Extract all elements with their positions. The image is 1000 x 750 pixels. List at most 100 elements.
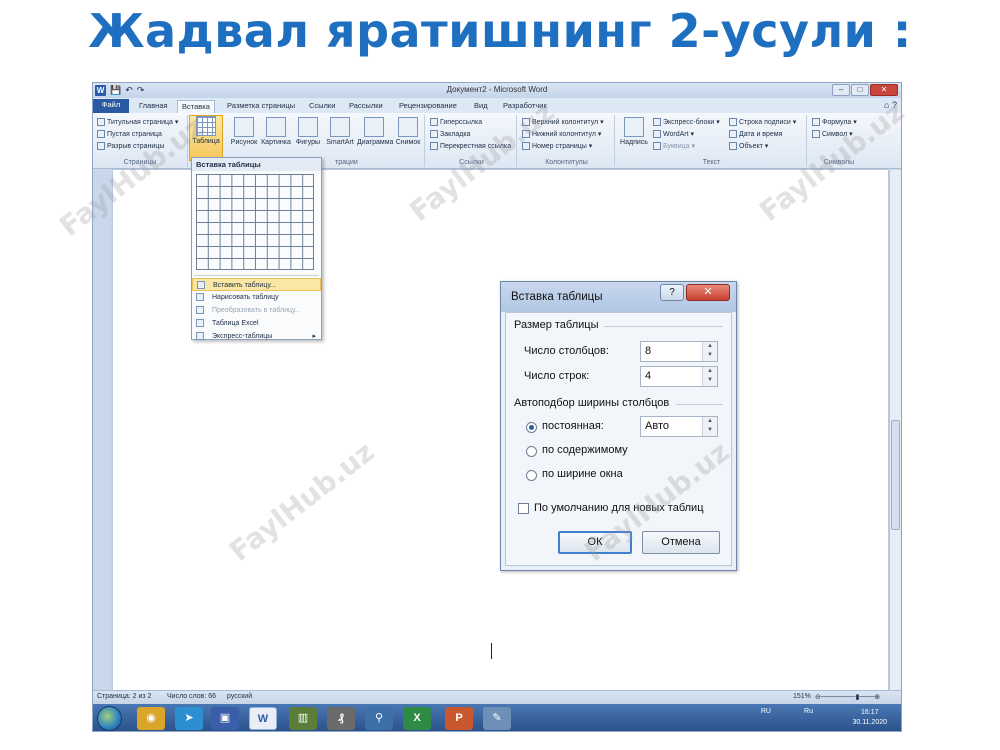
- stepper-arrows-icon[interactable]: ▲ ▼: [702, 367, 717, 386]
- fixed-width-stepper[interactable]: Авто ▲ ▼: [640, 416, 718, 437]
- dialog-close-button[interactable]: ✕: [686, 284, 730, 301]
- default-new-tables-checkbox[interactable]: [518, 503, 529, 514]
- cover-page-button[interactable]: Титульная страница ▾: [97, 118, 178, 126]
- insert-table-dialog: Вставка таблицы ? ✕ Размер таблицы Число…: [500, 281, 737, 571]
- clock[interactable]: 16:17 30.11.2020: [852, 708, 887, 728]
- tray-language[interactable]: RU: [761, 708, 771, 715]
- dropdown-divider: [194, 275, 319, 276]
- insert-table-menu-item[interactable]: Вставить таблицу...: [192, 278, 321, 291]
- screenshot-button[interactable]: Снимок: [391, 117, 425, 146]
- quick-parts-button[interactable]: Экспресс-блоки ▾: [653, 118, 720, 126]
- tab-developer[interactable]: Разработчик: [499, 100, 551, 113]
- tab-file[interactable]: Файл: [93, 99, 129, 113]
- object-button[interactable]: Объект ▾: [729, 142, 768, 150]
- quick-tables-icon: [196, 332, 204, 340]
- table-button[interactable]: Таблица: [189, 115, 223, 161]
- equation-button[interactable]: Формула ▾: [812, 118, 857, 126]
- maximize-button[interactable]: □: [851, 84, 869, 96]
- wordart-button[interactable]: WordArt ▾: [653, 130, 694, 138]
- start-button[interactable]: [97, 706, 122, 731]
- hyperlink-button[interactable]: Гиперссылка: [430, 118, 482, 126]
- ribbon-tabs: Файл Главная Вставка Разметка страницы С…: [93, 98, 901, 113]
- tab-insert[interactable]: Вставка: [177, 100, 215, 113]
- tab-review[interactable]: Рецензирование: [395, 100, 461, 113]
- date-time-button[interactable]: Дата и время: [729, 130, 782, 138]
- page-number-button[interactable]: Номер страницы ▾: [522, 142, 592, 150]
- word-count[interactable]: Число слов: 66: [167, 693, 216, 700]
- cover-page-icon: [97, 118, 105, 126]
- powerpoint-icon[interactable]: P: [445, 707, 473, 730]
- dropcap-button[interactable]: Буквица ▾: [653, 142, 695, 150]
- stepper-arrows-icon[interactable]: ▲ ▼: [702, 417, 717, 436]
- zoom-slider[interactable]: ⊖───────▮───⊕: [815, 693, 880, 701]
- slide-title: Жадвал яратишнинг 2-усули :: [88, 4, 912, 58]
- taskbar: ◉ ➤ ▣ W ▥ ₰ ⚲ X P ✎ RU Ru 16:17 30.11.20…: [93, 704, 901, 731]
- cancel-button[interactable]: Отмена: [642, 531, 720, 554]
- zoom-level[interactable]: 151%: [793, 693, 811, 700]
- page-number-icon: [522, 142, 530, 150]
- tab-home[interactable]: Главная: [135, 100, 172, 113]
- fixed-width-label: постоянная:: [542, 420, 604, 432]
- draw-table-menu-item[interactable]: Нарисовать таблицу: [192, 291, 321, 304]
- tab-page-layout[interactable]: Разметка страницы: [223, 100, 299, 113]
- chrome-icon[interactable]: ◉: [137, 707, 165, 730]
- search-icon[interactable]: ⚲: [365, 707, 393, 730]
- minimize-button[interactable]: –: [832, 84, 850, 96]
- dialog-help-button[interactable]: ?: [660, 284, 684, 301]
- header-button[interactable]: Верхний колонтитул ▾: [522, 118, 604, 126]
- dropdown-title: Вставка таблицы: [192, 158, 321, 171]
- columns-stepper[interactable]: 8 ▲ ▼: [640, 341, 718, 362]
- dialog-body: Размер таблицы Число столбцов: 8 ▲ ▼ Число…: [505, 312, 732, 566]
- tab-view[interactable]: Вид: [470, 100, 492, 113]
- autofit-window-radio[interactable]: [526, 470, 537, 481]
- group-headers-label: Колонтитулы: [545, 159, 588, 166]
- stepper-arrows-icon[interactable]: ▲ ▼: [702, 342, 717, 361]
- clipart-button[interactable]: Картинка: [259, 117, 293, 146]
- group-links: Гиперссылка Закладка Перекрестная ссылка…: [427, 115, 517, 167]
- textbox-button[interactable]: Надпись: [617, 117, 651, 146]
- page-break-button[interactable]: Разрыв страницы: [97, 142, 164, 150]
- hyperlink-icon: [430, 118, 438, 126]
- wordart-icon: [653, 130, 661, 138]
- shapes-button[interactable]: Фигуры: [291, 117, 325, 146]
- paint-icon[interactable]: ✎: [483, 707, 511, 730]
- blank-page-button[interactable]: Пустая страница: [97, 130, 162, 138]
- ok-button[interactable]: ОК: [558, 531, 632, 554]
- pencil-icon: [196, 293, 204, 301]
- bookmark-button[interactable]: Закладка: [430, 130, 470, 138]
- footer-button[interactable]: Нижний колонтитул ▾: [522, 130, 601, 138]
- symbol-button[interactable]: Символ ▾: [812, 130, 853, 138]
- tray-keyboard-layout[interactable]: Ru: [804, 708, 813, 715]
- font-icon[interactable]: ₰: [327, 707, 355, 730]
- excel-table-menu-item[interactable]: Таблица Excel: [192, 317, 321, 330]
- save-icon[interactable]: ▣: [211, 707, 239, 730]
- tab-references[interactable]: Ссылки: [305, 100, 339, 113]
- help-icon[interactable]: ⌂ ?: [884, 100, 897, 110]
- tab-mailings[interactable]: Рассылки: [345, 100, 387, 113]
- telegram-icon[interactable]: ➤: [175, 707, 203, 730]
- signature-line-button[interactable]: Строка подписи ▾: [729, 118, 796, 126]
- chart-button[interactable]: Диаграмма: [357, 117, 393, 146]
- picture-button[interactable]: Рисунок: [227, 117, 261, 146]
- chart-icon: [364, 117, 384, 137]
- cross-reference-button[interactable]: Перекрестная ссылка: [430, 142, 511, 150]
- autofit-content-radio[interactable]: [526, 446, 537, 457]
- quick-tables-menu-item[interactable]: Экспресс-таблицы ▸: [192, 330, 321, 343]
- page-count[interactable]: Страница: 2 из 2: [97, 693, 151, 700]
- table-size-grid[interactable]: [196, 174, 314, 270]
- rows-label: Число строк:: [524, 370, 590, 382]
- excel-icon[interactable]: X: [403, 707, 431, 730]
- fixed-width-radio[interactable]: [526, 422, 537, 433]
- omega-icon: [812, 130, 820, 138]
- word-icon[interactable]: W: [249, 707, 277, 730]
- rows-stepper[interactable]: 4 ▲ ▼: [640, 366, 718, 387]
- chevron-right-icon: ▸: [312, 333, 316, 340]
- language-status[interactable]: русский: [227, 693, 252, 700]
- group-pages: Титульная страница ▾ Пустая страница Раз…: [93, 115, 188, 167]
- clock-date: 30.11.2020: [852, 719, 887, 726]
- vertical-scrollbar[interactable]: [889, 170, 901, 690]
- library-icon[interactable]: ▥: [289, 707, 317, 730]
- close-window-button[interactable]: ✕: [870, 84, 898, 96]
- scroll-thumb[interactable]: [891, 420, 900, 530]
- smartart-button[interactable]: SmartArt: [323, 117, 357, 146]
